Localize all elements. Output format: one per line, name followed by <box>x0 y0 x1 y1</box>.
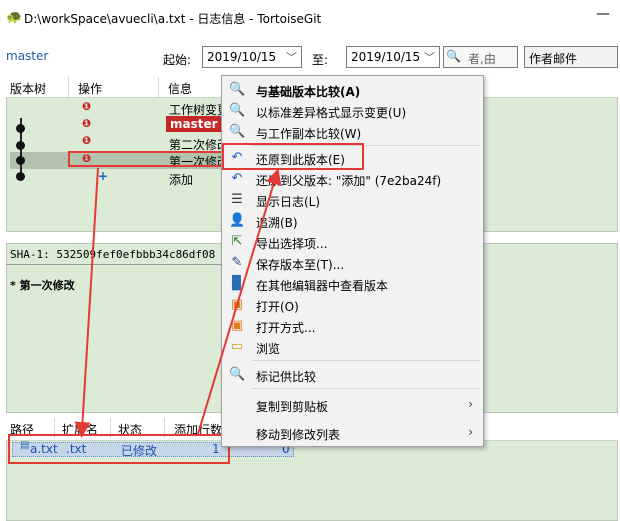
annotation-arrows <box>74 167 282 438</box>
annotation-arrow <box>197 168 282 435</box>
annotation-arrow <box>74 167 99 438</box>
